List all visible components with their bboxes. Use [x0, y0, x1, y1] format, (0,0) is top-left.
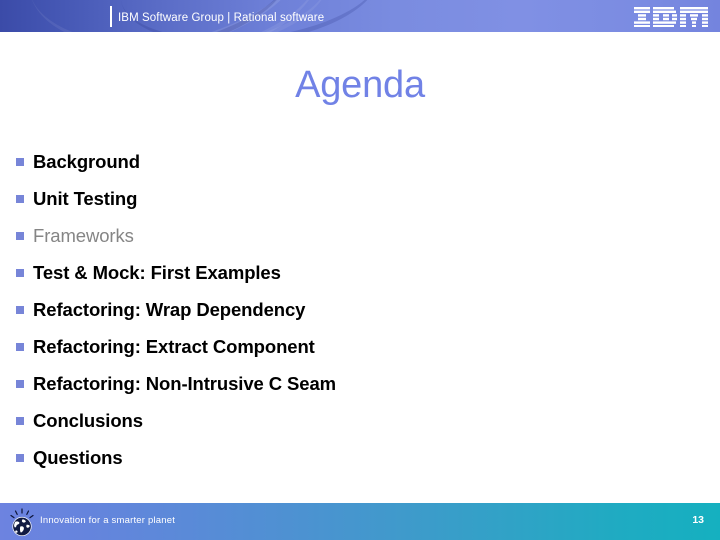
globe-icon — [10, 508, 34, 537]
agenda-list: Background Unit Testing Frameworks Test … — [16, 143, 706, 476]
agenda-item-label: Refactoring: Non-Intrusive C Seam — [33, 372, 337, 394]
agenda-item-label: Refactoring: Extract Component — [33, 335, 315, 357]
agenda-item-label: Background — [33, 150, 140, 172]
agenda-item: Test & Mock: First Examples — [16, 254, 706, 291]
agenda-item: Refactoring: Non-Intrusive C Seam — [16, 365, 706, 402]
bullet-marker-icon — [16, 379, 24, 388]
slide-title: Agenda — [295, 64, 425, 106]
agenda-item-label: Conclusions — [33, 409, 143, 431]
header-divider — [110, 6, 112, 27]
agenda-item-label: Frameworks — [33, 224, 134, 246]
agenda-item: Refactoring: Extract Component — [16, 328, 706, 365]
agenda-item-label: Test & Mock: First Examples — [33, 261, 281, 283]
header-brand-title: IBM Software Group | Rational software — [118, 12, 325, 24]
footer-tagline: Innovation for a smarter planet — [40, 515, 176, 526]
bullet-marker-icon — [16, 416, 24, 425]
bullet-marker-icon — [16, 305, 24, 314]
bullet-marker-icon — [16, 231, 24, 240]
bullet-marker-icon — [16, 268, 24, 277]
agenda-item-label: Unit Testing — [33, 187, 138, 209]
agenda-item-label: Refactoring: Wrap Dependency — [33, 298, 306, 320]
agenda-item: Refactoring: Wrap Dependency — [16, 291, 706, 328]
agenda-item-label: Questions — [33, 446, 123, 468]
bullet-marker-icon — [16, 157, 24, 166]
page-number: 13 — [692, 514, 704, 526]
bullet-marker-icon — [16, 194, 24, 203]
bullet-marker-icon — [16, 453, 24, 462]
agenda-item: Questions — [16, 439, 706, 476]
agenda-item: Unit Testing — [16, 180, 706, 217]
bullet-marker-icon — [16, 342, 24, 351]
agenda-item: Frameworks — [16, 217, 706, 254]
header-banner: IBM Software Group | Rational software — [0, 0, 720, 32]
agenda-item: Background — [16, 143, 706, 180]
ibm-logo — [634, 7, 708, 27]
agenda-item: Conclusions — [16, 402, 706, 439]
